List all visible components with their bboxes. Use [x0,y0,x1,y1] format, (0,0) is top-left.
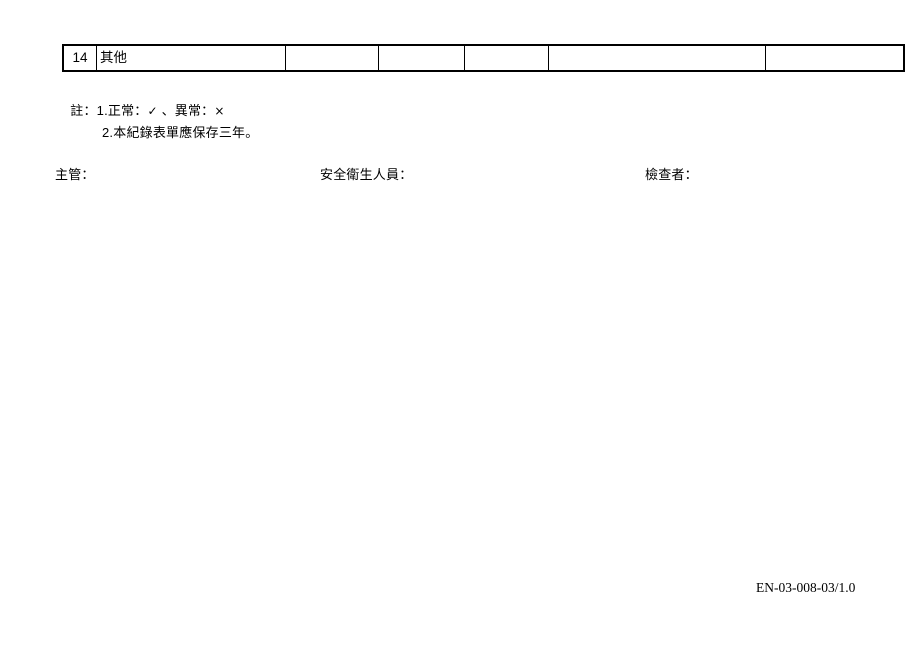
row-item-name-cell: 其他 [96,45,286,71]
checklist-table: 14 其他 [62,44,905,72]
row-result-cell-1[interactable] [285,45,379,71]
table-row: 14 其他 [63,45,904,71]
signature-label-supervisor: 主管： [55,167,95,182]
document-page: 14 其他 註：1.正常：✓ 、異常：× 2.本紀錄表單應保存三年。 主管： 安… [0,0,920,651]
signature-label-safety-officer: 安全衛生人員： [320,167,413,182]
row-remark-cell[interactable] [548,45,766,71]
checklist-table-body: 14 其他 [63,45,904,71]
checklist-table-wrapper: 14 其他 [62,44,905,72]
row-signature-cell[interactable] [765,45,904,71]
signature-label-inspector: 檢查者： [645,167,698,182]
note-line-2: 2.本紀錄表單應保存三年。 [102,125,259,140]
document-control-code: EN-03-008-03/1.0 [756,580,856,595]
check-mark-icon: ✓ [147,103,158,118]
row-result-cell-2[interactable] [378,45,465,71]
cross-mark-icon: × [214,103,225,118]
row-result-cell-3[interactable] [464,45,549,71]
row-number-cell: 14 [63,45,97,71]
note-1-middle: 、異常： [157,102,215,118]
signature-row: 主管： 安全衛生人員： 檢查者： [0,165,920,185]
note-1-prefix: 註：1.正常： [70,102,148,118]
